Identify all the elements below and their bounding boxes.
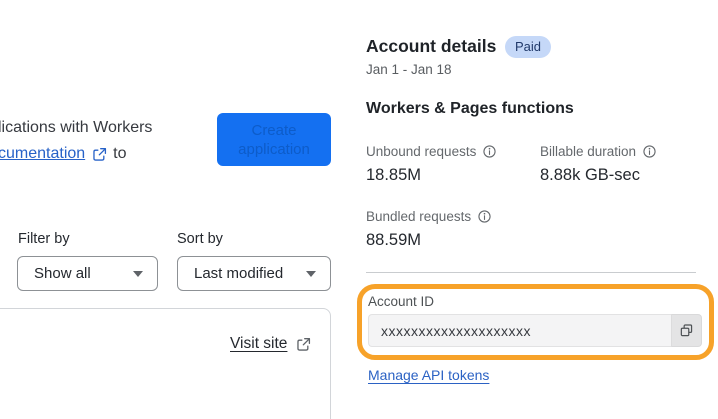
filter-select[interactable]: Show all bbox=[17, 256, 158, 291]
metric-label-text: Billable duration bbox=[540, 144, 637, 159]
sort-select-value: Last modified bbox=[194, 265, 284, 282]
external-link-icon bbox=[92, 147, 107, 162]
external-link-icon bbox=[296, 337, 311, 352]
metric-label-bundled: Bundled requests bbox=[366, 209, 491, 224]
functions-title: Workers & Pages functions bbox=[366, 100, 574, 117]
account-id-label: Account ID bbox=[368, 294, 435, 309]
account-id-group bbox=[368, 314, 702, 347]
account-details-title: Account details bbox=[366, 36, 497, 56]
chevron-down-icon bbox=[306, 270, 316, 277]
info-icon[interactable] bbox=[643, 145, 656, 158]
account-id-input[interactable] bbox=[368, 314, 671, 347]
filter-by-label: Filter by bbox=[18, 231, 70, 247]
metric-value-billable: 8.88k GB-sec bbox=[540, 166, 640, 184]
chevron-down-icon bbox=[133, 270, 143, 277]
sort-select[interactable]: Last modified bbox=[177, 256, 331, 291]
visit-site-link[interactable]: Visit site bbox=[230, 335, 287, 353]
date-range: Jan 1 - Jan 18 bbox=[366, 62, 452, 77]
documentation-link[interactable]: cumentation bbox=[0, 141, 85, 167]
metric-label-text: Unbound requests bbox=[366, 144, 477, 159]
metric-value-bundled: 88.59M bbox=[366, 231, 422, 249]
metric-label-billable: Billable duration bbox=[540, 144, 656, 159]
project-card: Visit site bbox=[0, 308, 331, 419]
create-application-button[interactable]: Create application bbox=[217, 113, 331, 166]
intro-line1-text: lications with Workers bbox=[0, 119, 153, 136]
visit-site-row: Visit site bbox=[230, 335, 311, 353]
metric-label-unbound: Unbound requests bbox=[366, 144, 496, 159]
copy-icon bbox=[679, 323, 694, 338]
intro-text: lications with Workers cumentation to bbox=[0, 115, 208, 167]
copy-account-id-button[interactable] bbox=[671, 314, 702, 347]
info-icon[interactable] bbox=[483, 145, 496, 158]
workers-pages-dashboard: lications with Workers cumentation to Cr… bbox=[0, 0, 718, 419]
manage-api-tokens-link[interactable]: Manage API tokens bbox=[368, 367, 489, 383]
section-divider bbox=[366, 272, 696, 273]
metric-label-text: Bundled requests bbox=[366, 209, 472, 224]
intro-line2-suffix: to bbox=[113, 145, 127, 162]
sort-by-label: Sort by bbox=[177, 231, 223, 247]
intro-line-1: lications with Workers bbox=[0, 115, 208, 141]
info-icon[interactable] bbox=[478, 210, 491, 223]
metric-value-unbound: 18.85M bbox=[366, 166, 422, 184]
intro-line-2: cumentation to bbox=[0, 141, 208, 167]
paid-badge: Paid bbox=[505, 36, 552, 58]
filter-select-value: Show all bbox=[34, 265, 91, 282]
